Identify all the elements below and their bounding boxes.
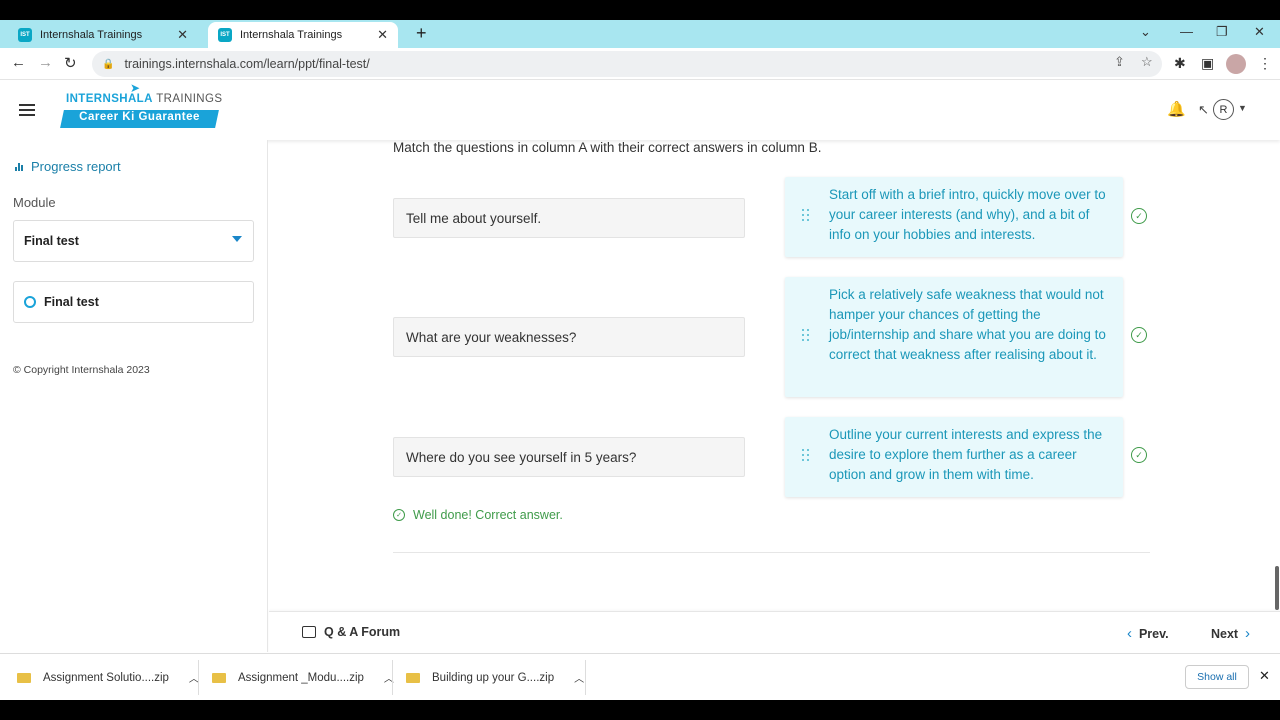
lock-icon: 🔒 [102, 58, 115, 70]
separator [585, 660, 586, 695]
separator [198, 660, 199, 695]
back-icon[interactable]: ← [11, 54, 26, 71]
dropdown-caret-icon [232, 236, 242, 242]
topic-label: Final test [44, 295, 99, 309]
separator [392, 660, 393, 695]
maximize-icon[interactable]: ❐ [1216, 24, 1228, 40]
close-window-icon[interactable]: ✕ [1254, 24, 1265, 40]
menu-dots-icon[interactable]: ⋮ [1258, 55, 1272, 72]
qa-forum-button[interactable]: Q & A Forum [302, 625, 400, 639]
show-all-button[interactable]: Show all [1185, 665, 1249, 689]
side-panel-icon[interactable]: ▣ [1201, 55, 1214, 72]
next-label: Next [1211, 626, 1239, 641]
prev-label: Prev. [1138, 626, 1169, 641]
answer-text: Pick a relatively safe weakness that wou… [829, 287, 1106, 362]
download-filename: Building up your G....zip [432, 671, 555, 684]
browser-window: IST Internshala Trainings ✕ IST Internsh… [0, 20, 1280, 700]
favicon-icon: IST [18, 28, 32, 42]
tab-title: Internshala Trainings [40, 29, 143, 41]
bookmark-star-icon[interactable]: ☆ [1141, 54, 1153, 70]
check-circle-icon: ✓ [1131, 208, 1147, 224]
status-circle-icon [24, 296, 36, 308]
notification-bell-icon[interactable]: 🔔 [1167, 100, 1186, 118]
prev-button[interactable]: ‹ Prev. [1127, 625, 1169, 642]
logo-badge: Career Ki Guarantee [79, 111, 200, 123]
url-text: trainings.internshala.com/learn/ppt/fina… [124, 57, 370, 71]
module-label: Module [13, 195, 56, 210]
chevron-up-icon[interactable]: ︿ [574, 670, 584, 685]
extensions-icon[interactable]: ✱ [1174, 55, 1186, 72]
bottom-nav-bar: Q & A Forum ‹ Prev. Next › [269, 611, 1280, 653]
check-circle-icon: ✓ [1131, 327, 1147, 343]
progress-report-label: Progress report [31, 159, 121, 174]
tab-search-icon[interactable]: ⌄ [1140, 24, 1151, 40]
close-tab-icon[interactable]: ✕ [177, 27, 188, 43]
drag-handle-icon[interactable] [802, 209, 810, 221]
download-item[interactable]: Assignment _Modu....zip ︿ [212, 654, 394, 701]
answer-card[interactable]: Pick a relatively safe weakness that wou… [785, 277, 1123, 397]
progress-report-link[interactable]: Progress report [15, 159, 121, 174]
hamburger-menu-icon[interactable] [19, 104, 35, 119]
divider [393, 552, 1150, 553]
chevron-right-icon: › [1245, 625, 1251, 642]
feedback-text: Well done! Correct answer. [413, 508, 563, 522]
close-download-bar-icon[interactable]: ✕ [1259, 668, 1270, 684]
zip-folder-icon [406, 672, 420, 683]
sidebar: Progress report Module Final test Final … [0, 140, 268, 652]
logo-text[interactable]: INTERNSHALA TRAININGS [66, 93, 222, 105]
bar-chart-icon [15, 162, 23, 171]
answer-text: Start off with a brief intro, quickly mo… [829, 187, 1106, 242]
forum-label: Q & A Forum [324, 625, 401, 639]
browser-tab-1[interactable]: IST Internshala Trainings ✕ [8, 22, 198, 48]
share-icon[interactable]: ⇪ [1114, 54, 1125, 70]
drag-handle-icon[interactable] [802, 449, 810, 461]
question-box: What are your weaknesses? [393, 317, 745, 357]
close-tab-icon[interactable]: ✕ [377, 27, 388, 43]
address-bar[interactable]: 🔒 trainings.internshala.com/learn/ppt/fi… [92, 51, 1162, 77]
browser-toolbar: ← → ↻ 🔒 trainings.internshala.com/learn/… [0, 48, 1280, 80]
reload-icon[interactable]: ↻ [64, 54, 77, 72]
answer-text: Outline your current interests and expre… [829, 427, 1103, 482]
tab-title: Internshala Trainings [240, 29, 343, 41]
zip-folder-icon [17, 672, 31, 683]
download-filename: Assignment Solutio....zip [43, 671, 169, 684]
browser-tab-2[interactable]: IST Internshala Trainings ✕ [208, 22, 398, 48]
next-button[interactable]: Next › [1211, 625, 1250, 642]
topic-item-final-test[interactable]: Final test [13, 281, 254, 323]
answer-card[interactable]: Outline your current interests and expre… [785, 417, 1123, 497]
mouse-cursor-icon: ↖ [1198, 102, 1209, 117]
chevron-left-icon: ‹ [1127, 625, 1132, 642]
success-feedback: ✓ Well done! Correct answer. [393, 508, 563, 522]
module-selected-value: Final test [24, 234, 79, 248]
copyright-text: © Copyright Internshala 2023 [13, 364, 150, 376]
question-box: Tell me about yourself. [393, 198, 745, 238]
tab-bar: IST Internshala Trainings ✕ IST Internsh… [0, 20, 1280, 48]
module-dropdown[interactable]: Final test [13, 220, 254, 262]
question-instruction: Match the questions in column A with the… [393, 140, 822, 155]
download-item[interactable]: Building up your G....zip ︿ [406, 654, 584, 701]
download-filename: Assignment _Modu....zip [238, 671, 364, 684]
download-item[interactable]: Assignment Solutio....zip ︿ [17, 654, 199, 701]
zip-folder-icon [212, 672, 226, 683]
answer-card[interactable]: Start off with a brief intro, quickly mo… [785, 177, 1123, 257]
download-bar: Assignment Solutio....zip ︿ Assignment _… [0, 653, 1280, 700]
forward-icon[interactable]: → [38, 54, 53, 71]
check-circle-icon: ✓ [393, 509, 405, 521]
new-tab-icon[interactable]: + [416, 23, 427, 44]
forum-chat-icon [302, 626, 316, 638]
drag-handle-icon[interactable] [802, 329, 810, 341]
user-avatar[interactable]: R [1213, 99, 1234, 120]
check-circle-icon: ✓ [1131, 447, 1147, 463]
app-header: ➤ INTERNSHALA TRAININGS Career Ki Guaran… [0, 80, 1280, 140]
profile-avatar[interactable] [1226, 54, 1246, 74]
scrollbar-thumb[interactable] [1275, 566, 1279, 610]
minimize-icon[interactable]: — [1180, 24, 1193, 39]
caret-down-icon[interactable]: ▼ [1238, 103, 1247, 113]
favicon-icon: IST [218, 28, 232, 42]
question-box: Where do you see yourself in 5 years? [393, 437, 745, 477]
